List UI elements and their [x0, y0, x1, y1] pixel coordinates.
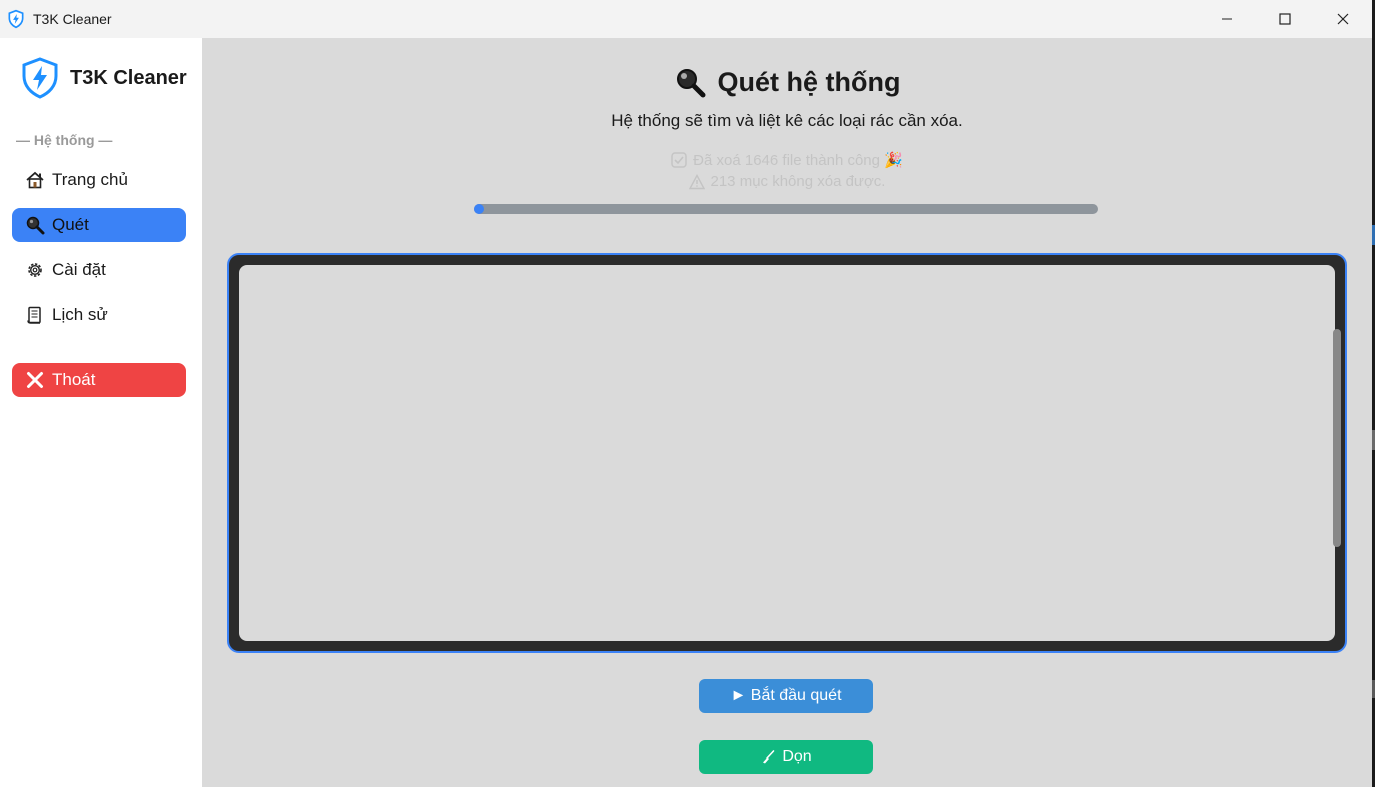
title-bar: T3K Cleaner — [0, 0, 1372, 38]
main-panel: Quét hệ thống Hệ thống sẽ tìm và liệt kê… — [202, 38, 1372, 787]
scan-progress-bar — [474, 204, 1098, 214]
sidebar-item-scan[interactable]: Quét — [12, 208, 186, 242]
exit-label: Thoát — [52, 370, 96, 389]
sidebar-item-home[interactable]: Trang chủ — [12, 163, 186, 197]
scan-results-list[interactable] — [239, 265, 1335, 641]
page-title: Quét hệ thống — [202, 66, 1372, 98]
sidebar-item-label: Cài đặt — [52, 260, 106, 279]
section-title: — Hệ thống — — [16, 132, 113, 148]
minimize-icon — [1222, 18, 1232, 20]
magnifier-icon — [676, 69, 705, 98]
checkbox-check-icon — [671, 152, 687, 168]
results-scrollbar[interactable] — [1333, 329, 1341, 547]
window-controls — [1198, 0, 1372, 38]
sidebar-item-history[interactable]: Lịch sử — [12, 298, 186, 332]
sidebar-item-label: Lịch sử — [52, 305, 108, 324]
exit-button[interactable]: Thoát — [12, 363, 186, 397]
gear-icon — [24, 259, 46, 281]
close-button[interactable] — [1314, 0, 1372, 38]
home-icon — [24, 169, 46, 191]
warning-icon — [688, 173, 705, 189]
minimize-button[interactable] — [1198, 0, 1256, 38]
window-title: T3K Cleaner — [33, 11, 112, 27]
status-deleted-text: Đã xoá 1646 file thành công 🎉 — [693, 152, 903, 169]
sidebar-item-settings[interactable]: Cài đặt — [12, 253, 186, 287]
maximize-button[interactable] — [1256, 0, 1314, 38]
page-title-text: Quét hệ thống — [717, 66, 901, 97]
sidebar-item-label: Trang chủ — [52, 170, 128, 189]
scan-progress-fill — [474, 204, 484, 214]
status-failed: 213 mục không xóa được. — [202, 173, 1372, 190]
brand: T3K Cleaner — [18, 56, 187, 100]
start-scan-label: ► Bắt đầu quét — [730, 687, 842, 704]
maximize-icon — [1279, 13, 1291, 25]
clean-label: Dọn — [782, 748, 812, 765]
status-failed-text: 213 mục không xóa được. — [710, 173, 886, 190]
page-subtitle: Hệ thống sẽ tìm và liệt kê các loại rác … — [611, 111, 963, 130]
start-scan-button[interactable]: ► Bắt đầu quét — [699, 679, 873, 713]
clean-button[interactable]: Dọn — [699, 740, 873, 774]
scan-results-frame — [227, 253, 1347, 653]
status-deleted: Đã xoá 1646 file thành công 🎉 — [202, 151, 1372, 169]
brand-shield-icon — [22, 57, 58, 99]
sidebar-item-label: Quét — [52, 215, 89, 234]
app-shield-icon — [6, 9, 26, 29]
close-x-icon — [24, 369, 46, 391]
close-icon — [1337, 13, 1349, 25]
broom-icon — [763, 750, 775, 764]
magnifier-icon — [24, 214, 46, 236]
brand-name: T3K Cleaner — [70, 66, 187, 89]
app-window: T3K Cleaner T3K Cleaner — Hệ thống — Tra… — [0, 0, 1372, 787]
scroll-icon — [24, 304, 46, 326]
sidebar: T3K Cleaner — Hệ thống — Trang chủ Quét … — [0, 38, 202, 787]
